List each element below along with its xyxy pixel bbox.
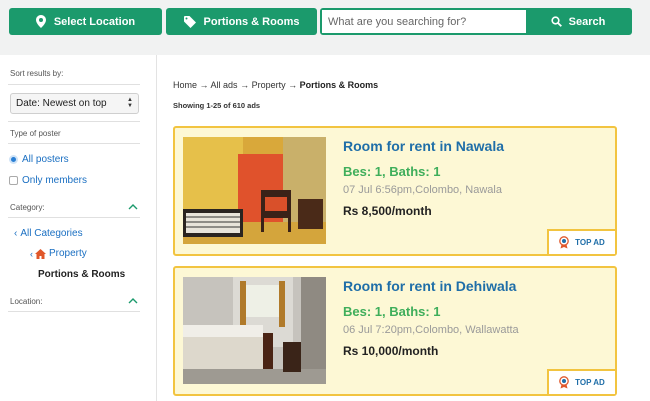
listing-photo[interactable] <box>183 137 326 244</box>
poster-option-label: Only members <box>22 175 88 186</box>
chevron-up-icon[interactable] <box>128 296 138 306</box>
search-icon <box>551 16 562 27</box>
breadcrumb-current: Portions & Rooms <box>299 80 379 90</box>
award-ribbon-icon <box>559 236 570 249</box>
award-ribbon-icon <box>559 376 570 389</box>
listing-meta: 06 Jul 7:20pm,Colombo, Wallawatta <box>343 324 519 336</box>
chevron-up-icon[interactable] <box>128 202 138 212</box>
select-arrows-icon: ▲ ▼ <box>127 97 133 109</box>
poster-option-members[interactable]: Only members <box>9 175 87 186</box>
breadcrumb-separator: → <box>288 80 298 90</box>
listing-meta: 07 Jul 6:56pm,Colombo, Nawala <box>343 184 502 196</box>
poster-option-all[interactable]: All posters <box>9 154 69 165</box>
divider <box>8 311 140 312</box>
poster-option-label: All posters <box>22 154 69 165</box>
all-categories-link[interactable]: ‹ All Categories <box>14 228 83 239</box>
divider <box>8 84 140 85</box>
breadcrumb-separator: → <box>199 80 209 90</box>
listing-price: Rs 8,500/month <box>343 204 432 218</box>
listing-price: Rs 10,000/month <box>343 344 439 358</box>
divider <box>8 143 140 144</box>
divider <box>8 121 140 122</box>
portions-rooms-category: Portions & Rooms <box>38 269 125 280</box>
checkbox-icon <box>9 176 18 185</box>
select-location-button[interactable]: Select Location <box>9 8 162 35</box>
category-label: Category: <box>10 203 45 212</box>
top-ad-badge: TOP AD <box>547 229 615 254</box>
results-count: Showing 1-25 of 610 ads <box>173 101 261 110</box>
portions-rooms-label: Portions & Rooms <box>203 15 300 28</box>
house-icon <box>35 248 46 259</box>
sort-select-value: Date: Newest on top <box>16 98 107 109</box>
listing-title[interactable]: Room for rent in Dehiwala <box>343 278 516 294</box>
all-categories-label: All Categories <box>20 228 83 239</box>
listing-photo[interactable] <box>183 277 326 384</box>
location-label: Location: <box>10 297 43 306</box>
search-bar: Search <box>320 8 632 35</box>
poster-label: Type of poster <box>10 129 61 138</box>
sort-label: Sort results by: <box>10 69 64 78</box>
top-ad-label: TOP AD <box>575 238 605 247</box>
breadcrumb-all-ads[interactable]: All ads <box>211 80 238 90</box>
tag-icon <box>183 15 196 28</box>
select-location-label: Select Location <box>53 15 136 28</box>
search-button[interactable]: Search <box>526 10 630 33</box>
location-pin-icon <box>35 15 46 28</box>
listing-card[interactable]: Room for rent in Nawala Bes: 1, Baths: 1… <box>173 126 617 256</box>
listing-card[interactable]: Room for rent in Dehiwala Bes: 1, Baths:… <box>173 266 617 396</box>
property-category-link[interactable]: ‹ Property <box>30 248 87 259</box>
listing-specs: Bes: 1, Baths: 1 <box>343 304 441 319</box>
breadcrumb-home[interactable]: Home <box>173 80 197 90</box>
portions-rooms-category-label: Portions & Rooms <box>38 269 126 280</box>
breadcrumb-property[interactable]: Property <box>252 80 286 90</box>
listing-title[interactable]: Room for rent in Nawala <box>343 138 504 154</box>
property-label: Property <box>49 248 87 259</box>
top-bar: Select Location Portions & Rooms Search <box>0 0 650 48</box>
search-input[interactable] <box>322 10 526 33</box>
chevron-left-icon: ‹ <box>14 228 18 239</box>
search-button-label: Search <box>568 15 606 28</box>
chevron-left-icon: ‹ <box>30 248 33 259</box>
sort-select[interactable]: Date: Newest on top ▲ ▼ <box>10 93 139 114</box>
filter-sidebar: Sort results by: Date: Newest on top ▲ ▼ … <box>0 55 157 401</box>
portions-rooms-button[interactable]: Portions & Rooms <box>166 8 317 35</box>
top-ad-badge: TOP AD <box>547 369 615 394</box>
radio-selected-icon <box>9 155 18 164</box>
top-ad-label: TOP AD <box>575 378 605 387</box>
breadcrumb-separator: → <box>240 80 250 90</box>
divider <box>8 217 140 218</box>
listing-specs: Bes: 1, Baths: 1 <box>343 164 441 179</box>
breadcrumb: Home → All ads → Property → Portions & R… <box>173 80 378 90</box>
